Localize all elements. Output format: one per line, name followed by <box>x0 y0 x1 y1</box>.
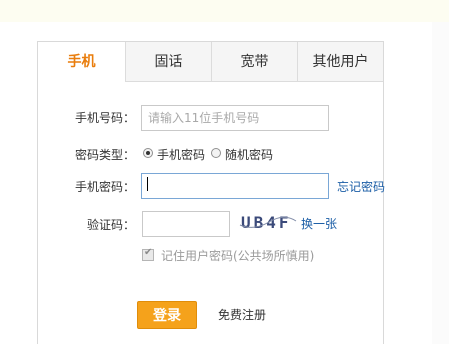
captcha-image[interactable]: UB4F <box>239 209 297 233</box>
captcha-input[interactable] <box>142 211 230 237</box>
forgot-password-link[interactable]: 忘记密码 <box>337 178 385 195</box>
login-tabs: 手机 固话 宽带 其他用户 <box>38 42 383 82</box>
remember-password-label: 记住用户密码(公共场所慎用) <box>161 249 315 263</box>
tab-broadband[interactable]: 宽带 <box>211 42 297 82</box>
phone-password-input[interactable] <box>141 173 329 199</box>
radio-random-password-label: 随机密码 <box>225 148 274 162</box>
tab-other-users[interactable]: 其他用户 <box>297 42 383 82</box>
right-edge-strip <box>432 22 449 344</box>
phone-password-label: 手机密码： <box>74 180 135 194</box>
tab-landline[interactable]: 固话 <box>125 42 211 82</box>
phone-number-input[interactable] <box>141 105 329 131</box>
radio-phone-password[interactable] <box>143 148 153 158</box>
radio-phone-password-label: 手机密码 <box>157 148 206 162</box>
login-button[interactable]: 登录 <box>137 301 197 329</box>
captcha-label: 验证码： <box>86 218 135 232</box>
refresh-captcha-link[interactable]: 换一张 <box>301 215 337 232</box>
password-type-label: 密码类型： <box>74 148 135 162</box>
top-banner-strip <box>0 0 449 22</box>
free-register-link[interactable]: 免费注册 <box>218 306 266 323</box>
phone-number-label: 手机号码： <box>74 111 135 125</box>
remember-password-checkbox[interactable] <box>142 247 154 261</box>
text-cursor <box>147 177 148 191</box>
radio-random-password[interactable] <box>211 148 221 158</box>
svg-text:UB4F: UB4F <box>241 213 292 232</box>
tab-mobile[interactable]: 手机 <box>38 42 125 82</box>
